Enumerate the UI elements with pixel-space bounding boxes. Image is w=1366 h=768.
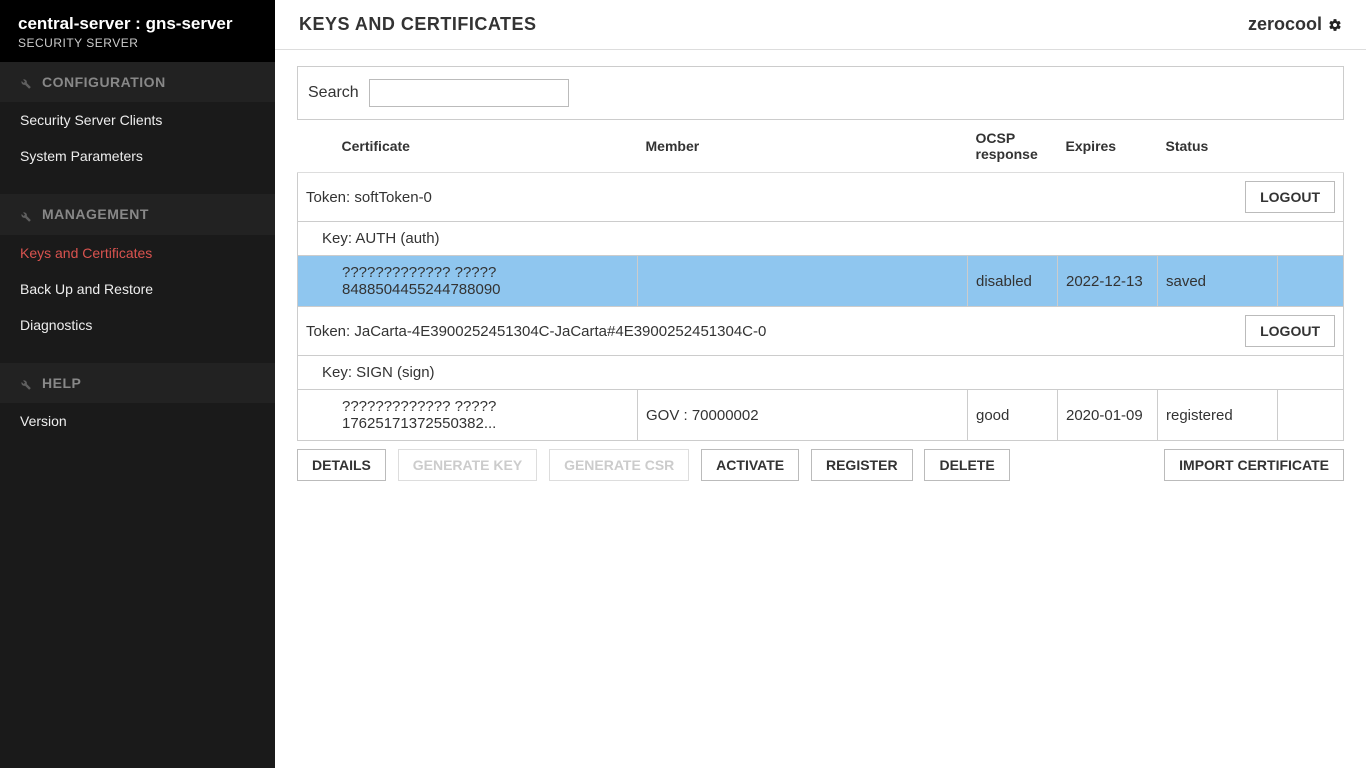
wrench-icon	[18, 375, 32, 391]
th-status[interactable]: Status	[1158, 120, 1278, 173]
action-bar: DETAILS GENERATE KEY GENERATE CSR ACTIVA…	[297, 449, 1344, 481]
cert-expires: 2020-01-09	[1058, 390, 1158, 441]
cert-row[interactable]: ????????????? ????? 17625171372550382...…	[298, 390, 1344, 441]
nav-heading-label: HELP	[42, 375, 81, 391]
th-expires[interactable]: Expires	[1058, 120, 1158, 173]
activate-button[interactable]: ACTIVATE	[701, 449, 799, 481]
key-row[interactable]: Key: SIGN (sign)	[298, 356, 1344, 390]
nav-heading-label: MANAGEMENT	[42, 206, 149, 222]
cert-status: registered	[1158, 390, 1278, 441]
cert-expires: 2022-12-13	[1058, 256, 1158, 307]
wrench-icon	[18, 74, 32, 90]
server-subtitle: SECURITY SERVER	[18, 36, 257, 50]
cert-member: GOV : 70000002	[638, 390, 968, 441]
sidebar: central-server : gns-server SECURITY SER…	[0, 0, 275, 768]
cert-ocsp: disabled	[968, 256, 1058, 307]
logout-button[interactable]: LOGOUT	[1245, 315, 1335, 347]
content-area: Search Certificate Member OCSP response …	[275, 50, 1366, 497]
search-input[interactable]	[369, 79, 569, 107]
nav-heading-label: CONFIGURATION	[42, 74, 166, 90]
nav-section-management: MANAGEMENT Keys and Certificates Back Up…	[0, 194, 275, 362]
cert-actions	[1278, 256, 1344, 307]
wrench-icon	[18, 206, 32, 222]
token-label: Token: softToken-0	[306, 189, 432, 206]
sidebar-item-security-server-clients[interactable]: Security Server Clients	[0, 102, 275, 138]
cert-actions	[1278, 390, 1344, 441]
sidebar-item-system-parameters[interactable]: System Parameters	[0, 138, 275, 174]
username: zerocool	[1248, 14, 1322, 35]
main-content: KEYS AND CERTIFICATES zerocool Search Ce…	[275, 0, 1366, 768]
logout-button[interactable]: LOGOUT	[1245, 181, 1335, 213]
cert-certificate: ????????????? ????? 17625171372550382...	[298, 390, 638, 441]
key-label: Key: SIGN (sign)	[298, 356, 1344, 390]
cert-row[interactable]: ????????????? ????? 8488504455244788090 …	[298, 256, 1344, 307]
sidebar-item-version[interactable]: Version	[0, 403, 275, 439]
nav-heading-help: HELP	[0, 363, 275, 403]
cert-certificate: ????????????? ????? 8488504455244788090	[298, 256, 638, 307]
topbar: KEYS AND CERTIFICATES zerocool	[275, 0, 1366, 50]
token-label: Token: JaCarta-4E3900252451304C-JaCarta#…	[306, 323, 766, 340]
search-label: Search	[308, 84, 359, 102]
cert-status: saved	[1158, 256, 1278, 307]
sidebar-item-back-up-and-restore[interactable]: Back Up and Restore	[0, 271, 275, 307]
th-actions	[1278, 120, 1344, 173]
register-button[interactable]: REGISTER	[811, 449, 913, 481]
th-ocsp[interactable]: OCSP response	[968, 120, 1058, 173]
sidebar-item-diagnostics[interactable]: Diagnostics	[0, 307, 275, 343]
cert-ocsp: good	[968, 390, 1058, 441]
th-certificate[interactable]: Certificate	[298, 120, 638, 173]
certificates-table: Certificate Member OCSP response Expires…	[297, 120, 1344, 441]
sidebar-item-keys-and-certificates[interactable]: Keys and Certificates	[0, 235, 275, 271]
key-row[interactable]: Key: AUTH (auth)	[298, 222, 1344, 256]
gear-icon	[1328, 14, 1342, 35]
delete-button[interactable]: DELETE	[924, 449, 1009, 481]
cert-member	[638, 256, 968, 307]
import-certificate-button[interactable]: IMPORT CERTIFICATE	[1164, 449, 1344, 481]
key-label: Key: AUTH (auth)	[298, 222, 1344, 256]
token-row[interactable]: Token: JaCarta-4E3900252451304C-JaCarta#…	[298, 307, 1344, 356]
search-row: Search	[297, 66, 1344, 120]
generate-csr-button: GENERATE CSR	[549, 449, 689, 481]
nav-section-configuration: CONFIGURATION Security Server Clients Sy…	[0, 62, 275, 194]
sidebar-header: central-server : gns-server SECURITY SER…	[0, 0, 275, 62]
nav-section-help: HELP Version	[0, 363, 275, 459]
nav-heading-configuration: CONFIGURATION	[0, 62, 275, 102]
generate-key-button: GENERATE KEY	[398, 449, 537, 481]
page-title: KEYS AND CERTIFICATES	[299, 14, 537, 35]
token-row[interactable]: Token: softToken-0 LOGOUT	[298, 173, 1344, 222]
details-button[interactable]: DETAILS	[297, 449, 386, 481]
nav-heading-management: MANAGEMENT	[0, 194, 275, 234]
th-member[interactable]: Member	[638, 120, 968, 173]
server-title: central-server : gns-server	[18, 14, 257, 34]
user-menu[interactable]: zerocool	[1248, 14, 1342, 35]
